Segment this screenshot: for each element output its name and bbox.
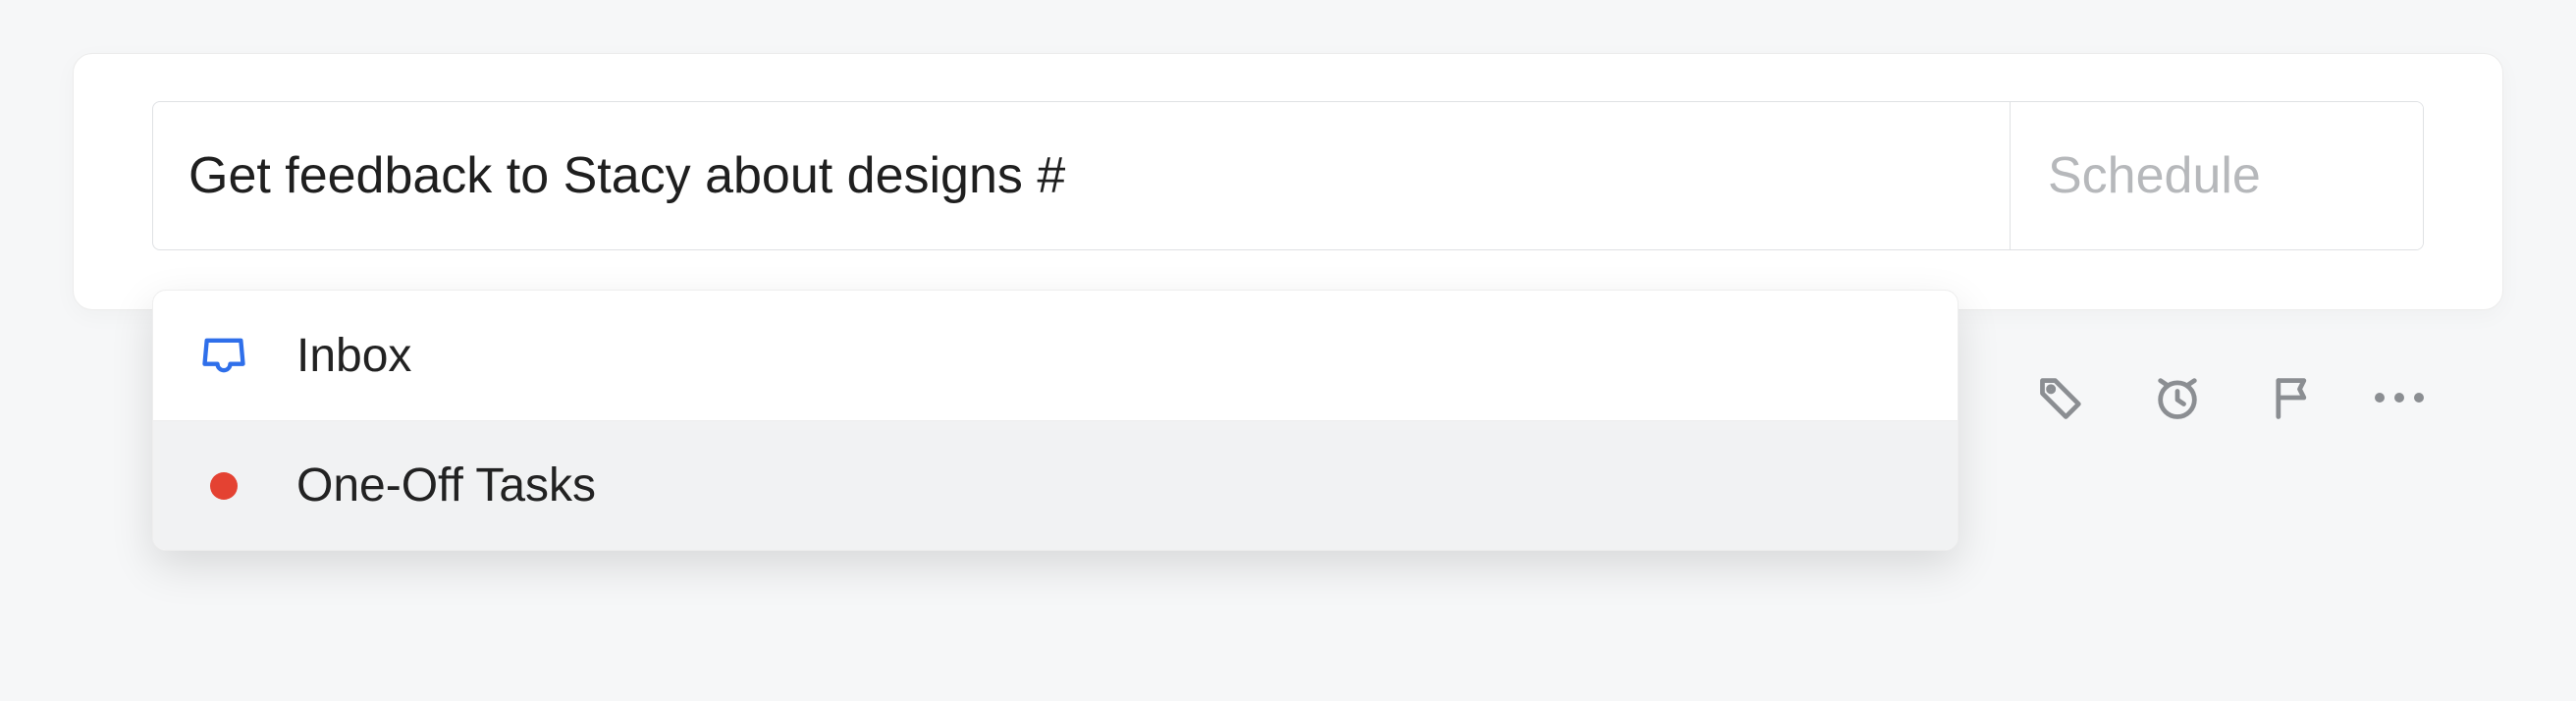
- dropdown-item-label: One-Off Tasks: [296, 458, 596, 512]
- more-icon[interactable]: [2375, 393, 2424, 403]
- task-input[interactable]: [153, 102, 2010, 249]
- project-color-icon: [194, 457, 253, 515]
- dropdown-item-project[interactable]: One-Off Tasks: [153, 420, 1958, 550]
- flag-icon[interactable]: [2259, 363, 2328, 432]
- tag-icon[interactable]: [2027, 363, 2096, 432]
- dropdown-item-inbox[interactable]: Inbox: [153, 291, 1958, 420]
- project-autocomplete-dropdown: Inbox One-Off Tasks: [152, 290, 1959, 551]
- quick-add-card: Schedule: [73, 53, 2503, 310]
- schedule-button[interactable]: Schedule: [2011, 102, 2423, 249]
- inbox-icon: [194, 326, 253, 385]
- alarm-icon[interactable]: [2143, 363, 2212, 432]
- task-composer: Schedule: [152, 101, 2424, 250]
- dropdown-item-label: Inbox: [296, 329, 411, 383]
